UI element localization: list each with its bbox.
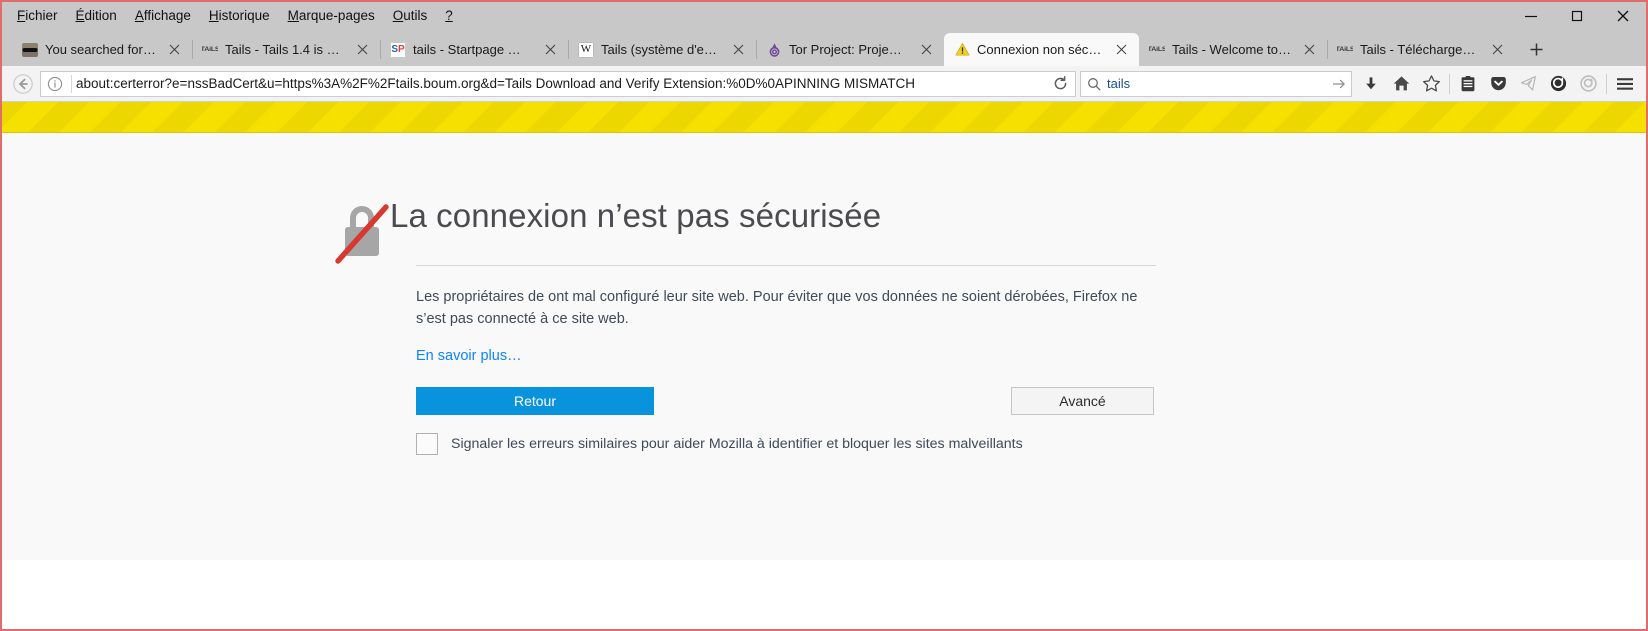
tab-close-icon[interactable]: [728, 40, 748, 60]
tab-4[interactable]: Tor Project: Projects Ov...: [756, 33, 944, 66]
tails-icon: TAiLS: [1337, 42, 1353, 58]
page-title: La connexion n’est pas sécurisée: [390, 195, 1156, 259]
tab-5-active[interactable]: Connexion non sécurisée: [944, 33, 1139, 66]
close-button[interactable]: [1600, 2, 1646, 30]
search-input[interactable]: tails: [1107, 76, 1327, 91]
wikipedia-icon: W: [578, 42, 594, 58]
learn-more-link[interactable]: En savoir plus…: [416, 348, 522, 364]
tab-close-icon[interactable]: [540, 40, 560, 60]
reload-icon[interactable]: [1045, 72, 1075, 96]
menu-item-2[interactable]: Affichage: [126, 5, 200, 27]
menu-bar: FichierÉditionAffichageHistoriqueMarque-…: [2, 2, 462, 30]
tab-close-icon[interactable]: [164, 40, 184, 60]
menu-item-6[interactable]: ?: [436, 5, 462, 27]
title-bar: FichierÉditionAffichageHistoriqueMarque-…: [2, 2, 1646, 30]
report-errors-label: Signaler les erreurs similaires pour aid…: [451, 436, 1023, 452]
back-button[interactable]: [8, 70, 38, 98]
download-icon[interactable]: [1356, 70, 1386, 98]
navigation-toolbar: about:certerror?e=nssBadCert&u=https%3A%…: [2, 66, 1646, 102]
menu-item-1[interactable]: Édition: [67, 5, 126, 27]
bookmark-star-icon[interactable]: [1416, 70, 1446, 98]
tab-label: Tails - Welcome to the ...: [1172, 42, 1291, 57]
toolbar-separator: [1606, 74, 1607, 94]
url-bar[interactable]: about:certerror?e=nssBadCert&u=https%3A%…: [40, 71, 1076, 97]
tab-close-icon[interactable]: [1111, 40, 1131, 60]
tails-icon: TAiLS: [1149, 42, 1165, 58]
cert-error-page: La connexion n’est pas sécurisée Les pro…: [416, 195, 1156, 455]
tab-close-icon[interactable]: [1487, 40, 1507, 60]
striped-warning-bar: [2, 102, 1646, 133]
tab-close-icon[interactable]: [1299, 40, 1319, 60]
tor-onion-icon: [766, 42, 782, 58]
advanced-button[interactable]: Avancé: [1011, 387, 1154, 415]
toolbar-separator: [1449, 74, 1450, 94]
tab-close-icon[interactable]: [916, 40, 936, 60]
tab-label: Tor Project: Projects Ov...: [789, 42, 908, 57]
menu-item-0[interactable]: Fichier: [8, 5, 67, 27]
tab-2[interactable]: SP tails - Startpage Web Re...: [380, 33, 568, 66]
search-go-icon[interactable]: [1327, 77, 1351, 91]
tab-close-icon[interactable]: [352, 40, 372, 60]
home-icon[interactable]: [1386, 70, 1416, 98]
minimize-button[interactable]: [1508, 2, 1554, 30]
window-controls: [1508, 2, 1646, 30]
library-icon[interactable]: [1453, 70, 1483, 98]
tab-0[interactable]: You searched for tails - ...: [12, 33, 192, 66]
torbutton-icon[interactable]: [1573, 70, 1603, 98]
menu-item-5[interactable]: Outils: [384, 5, 437, 27]
menu-item-3[interactable]: Historique: [200, 5, 279, 27]
send-icon[interactable]: [1513, 70, 1543, 98]
broken-lock-icon: [334, 201, 390, 265]
url-separator: [71, 75, 72, 93]
tab-7[interactable]: TAiLS Tails - Télécharger et vé...: [1327, 33, 1515, 66]
tab-1[interactable]: TAiLS Tails - Tails 1.4 is out: [192, 33, 380, 66]
menu-item-4[interactable]: Marque-pages: [279, 5, 384, 27]
tab-label: tails - Startpage Web Re...: [413, 42, 532, 57]
startpage-icon: SP: [390, 42, 406, 58]
warning-icon: [954, 42, 970, 58]
tab-label: Tails (système d'exploit...: [601, 42, 720, 57]
search-bar[interactable]: tails: [1080, 71, 1352, 97]
maximize-button[interactable]: [1554, 2, 1600, 30]
page-info-icon[interactable]: [41, 72, 69, 96]
tab-label: Connexion non sécurisée: [977, 42, 1103, 57]
search-icon: [1081, 77, 1107, 91]
tab-label: You searched for tails - ...: [45, 42, 156, 57]
error-title-wrap: La connexion n’est pas sécurisée: [390, 195, 1156, 259]
window-bottom-fill: [2, 560, 1646, 629]
page-content: La connexion n’est pas sécurisée Les pro…: [2, 133, 1646, 560]
tab-strip: You searched for tails - ... TAiLS Tails…: [2, 30, 1646, 66]
tails-icon: TAiLS: [202, 42, 218, 58]
tab-3[interactable]: W Tails (système d'exploit...: [568, 33, 756, 66]
button-row: Retour Avancé: [416, 387, 1154, 415]
error-header: La connexion n’est pas sécurisée: [416, 195, 1156, 265]
return-button[interactable]: Retour: [416, 387, 654, 415]
divider: [416, 265, 1156, 266]
tab-label: Tails - Télécharger et vé...: [1360, 42, 1479, 57]
noscript-icon[interactable]: [1543, 70, 1573, 98]
report-errors-checkbox[interactable]: [416, 433, 438, 455]
url-text[interactable]: about:certerror?e=nssBadCert&u=https%3A%…: [74, 76, 1045, 91]
tab-6[interactable]: TAiLS Tails - Welcome to the ...: [1139, 33, 1327, 66]
face-icon: [22, 42, 38, 58]
pocket-icon[interactable]: [1483, 70, 1513, 98]
browser-window: FichierÉditionAffichageHistoriqueMarque-…: [0, 0, 1648, 631]
hamburger-menu-icon[interactable]: [1610, 70, 1640, 98]
tab-label: Tails - Tails 1.4 is out: [225, 42, 344, 57]
new-tab-button[interactable]: [1519, 33, 1553, 66]
report-row: Signaler les erreurs similaires pour aid…: [416, 433, 1156, 455]
error-description: Les propriétaires de ont mal configuré l…: [416, 286, 1154, 330]
